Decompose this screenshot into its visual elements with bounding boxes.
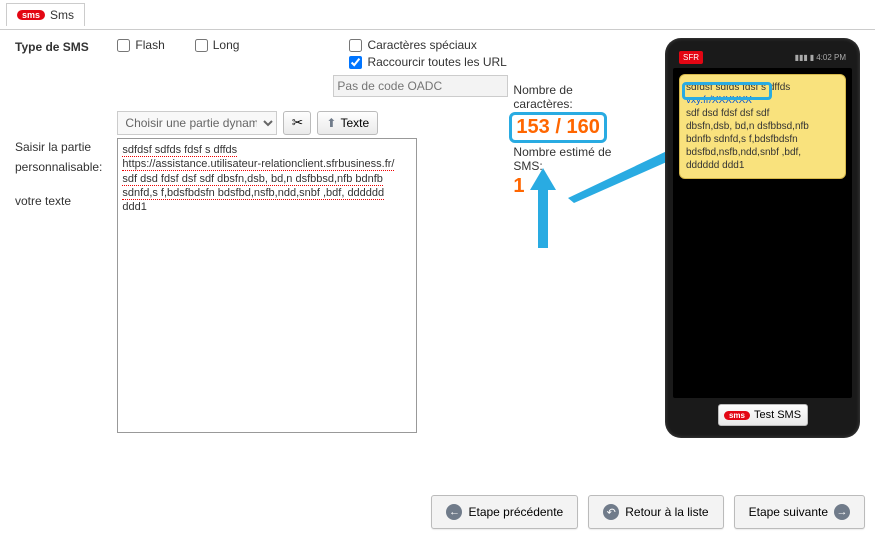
- phone-column: SFR ▮▮▮ ▮ 4:02 PM sdfdsf sdfds fdsf s df…: [650, 38, 860, 438]
- checks-row: Flash Long Caractères spéciaux Raccourci…: [117, 38, 508, 69]
- settings-button[interactable]: ✂: [283, 111, 311, 135]
- operator-badge: SFR: [679, 51, 703, 64]
- sms-est-label: Nombre estimé de SMS:: [513, 145, 635, 173]
- footer-buttons: ← Etape précédente ↶ Retour à la liste E…: [431, 495, 865, 529]
- votre-texte-label: votre texte: [15, 194, 102, 208]
- char-count-value: 153 / 160: [516, 116, 599, 138]
- sms-type-title: Type de SMS: [15, 40, 102, 54]
- sms-bubble: sdfdsf sdfds fdsf s dffds vxy.fr/XXXXXX …: [679, 74, 846, 179]
- test-sms-button[interactable]: sms Test SMS: [718, 404, 808, 426]
- long-checkbox[interactable]: Long: [195, 38, 240, 52]
- gear-icon: ✂: [292, 115, 303, 131]
- counter-column: Nombre de caractères: 153 / 160 Nombre e…: [513, 38, 635, 438]
- next-step-button[interactable]: Etape suivante →: [734, 495, 865, 529]
- prev-step-button[interactable]: ← Etape précédente: [431, 495, 578, 529]
- battery-icon: ▮: [810, 53, 814, 62]
- tab-sms[interactable]: sms Sms: [6, 3, 85, 26]
- sms-est-value: 1: [513, 175, 635, 198]
- shortened-url: vxy.fr/XXXXXX: [686, 95, 752, 106]
- tab-label: Sms: [50, 8, 74, 22]
- partie-perso-label-2: personnalisable:: [15, 160, 102, 174]
- upload-icon: ⬆: [326, 116, 336, 130]
- sms-icon: sms: [724, 411, 750, 420]
- special-chars-checkbox[interactable]: Caractères spéciaux: [349, 38, 506, 52]
- arrow-left-icon: ←: [446, 504, 462, 520]
- signal-icon: ▮▮▮: [795, 53, 808, 62]
- dynamic-part-select[interactable]: Choisir une partie dynamique: [117, 111, 277, 135]
- phone-time: 4:02 PM: [816, 53, 846, 62]
- char-count-highlight: 153 / 160: [509, 112, 606, 143]
- shorten-url-checkbox[interactable]: Raccourcir toutes les URL: [349, 55, 506, 69]
- partie-perso-label-1: Saisir la partie: [15, 140, 102, 154]
- back-list-button[interactable]: ↶ Retour à la liste: [588, 495, 723, 529]
- sms-textarea[interactable]: sdfdsf sdfds fdsf s dffds https://assist…: [117, 138, 417, 433]
- phone-screen: sdfdsf sdfds fdsf s dffds vxy.fr/XXXXXX …: [673, 68, 852, 398]
- phone-status-bar: ▮▮▮ ▮ 4:02 PM: [795, 53, 846, 62]
- oadc-input[interactable]: [333, 75, 508, 97]
- arrow-right-icon: →: [834, 504, 850, 520]
- phone-mockup: SFR ▮▮▮ ▮ 4:02 PM sdfdsf sdfds fdsf s df…: [665, 38, 860, 438]
- main-column: Flash Long Caractères spéciaux Raccourci…: [117, 38, 508, 438]
- tab-bar: sms Sms: [0, 0, 875, 30]
- char-count-label: Nombre de caractères:: [513, 83, 635, 111]
- insert-text-button[interactable]: ⬆ Texte: [317, 111, 378, 135]
- flash-checkbox[interactable]: Flash: [117, 38, 164, 52]
- labels-column: Type de SMS Saisir la partie personnalis…: [15, 38, 102, 438]
- sms-icon: sms: [17, 10, 45, 20]
- undo-icon: ↶: [603, 504, 619, 520]
